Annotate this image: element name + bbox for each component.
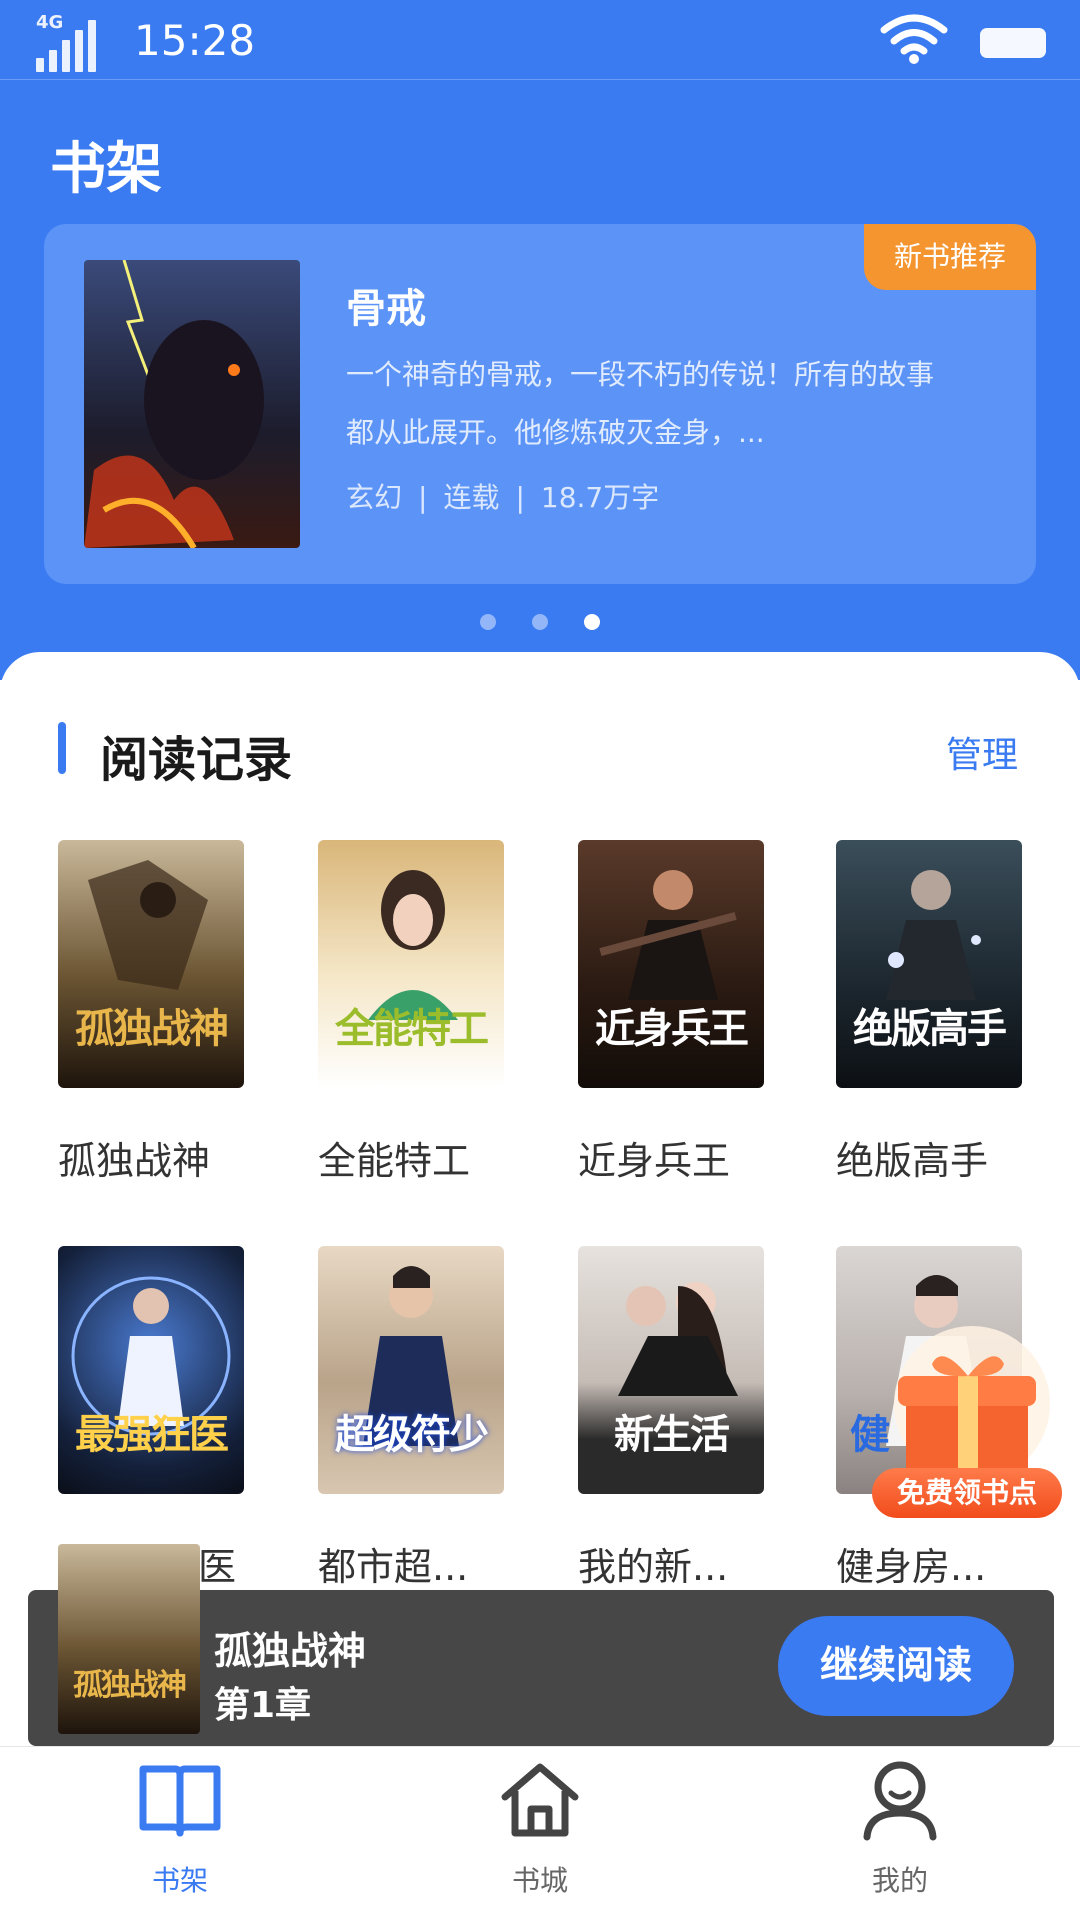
book-title: 都市超... [318, 1545, 469, 1589]
banner-book-title: 骨戒 [346, 286, 426, 332]
book-item[interactable]: 超级符少 都市超... [318, 1246, 504, 1589]
tab-label: 书架 [151, 1864, 208, 1897]
cellular-signal-icon: 4G [36, 12, 98, 72]
continue-reading-button[interactable]: 继续阅读 [778, 1616, 1014, 1716]
book-item[interactable]: 最强狂医 医 [58, 1246, 244, 1589]
book-title: 绝版高手 [836, 1139, 989, 1183]
tab-bookshelf[interactable]: 书架 [90, 1747, 270, 1920]
user-icon [863, 1761, 937, 1841]
page-title: 书架 [50, 137, 162, 202]
tab-label: 我的 [871, 1864, 928, 1897]
continue-reading-bar[interactable]: 孤独战神 孤独战神 第1章 继续阅读 [28, 1544, 1054, 1746]
book-cover: 孤独战神 [58, 840, 244, 1088]
home-icon [501, 1763, 579, 1837]
book-title: 我的新... [578, 1545, 729, 1589]
book-item[interactable]: 近身兵王 近身兵王 [578, 840, 764, 1183]
banner-book-meta: 玄幻 | 连载 | 18.7万字 [346, 481, 660, 514]
status-bar: 4G 15:28 [0, 0, 1080, 80]
book-icon [139, 1765, 221, 1837]
book-item[interactable]: 全能特工 全能特工 [318, 840, 504, 1183]
carousel-dot-active[interactable] [584, 614, 600, 630]
book-title: 孤独战神 [58, 1139, 211, 1183]
book-item[interactable]: 绝版高手 绝版高手 [836, 840, 1022, 1183]
book-item[interactable]: 孤独战神 孤独战神 [58, 840, 244, 1183]
book-title: 近身兵王 [578, 1139, 731, 1183]
new-book-badge: 新书推荐 [864, 224, 1036, 290]
battery-icon [980, 28, 1046, 58]
free-points-gift-button[interactable]: 免费领书点 [872, 1324, 1062, 1524]
tab-label: 书城 [511, 1864, 568, 1897]
tab-profile[interactable]: 我的 [810, 1747, 990, 1920]
banner-book-description: 一个神奇的骨戒，一段不朽的传说！所有的故事都从此展开。他修炼破灭金身，... [346, 358, 935, 449]
book-word-count: 18.7万字 [540, 481, 660, 514]
continue-book-cover: 孤独战神 [58, 1544, 200, 1734]
book-cover: 新生活 [578, 1246, 764, 1494]
featured-book-banner[interactable]: 新书推荐 骨戒 一个神奇的骨戒，一段不朽的传说！所有的故事都从此展开。他修炼破灭… [44, 224, 1036, 584]
book-cover: 绝版高手 [836, 840, 1022, 1088]
book-genre: 玄幻 [346, 481, 403, 514]
book-title: 医 [198, 1545, 237, 1589]
manage-button[interactable]: 管理 [946, 726, 1018, 778]
book-cover: 近身兵王 [578, 840, 764, 1088]
carousel-dot[interactable] [480, 614, 496, 630]
section-title: 阅读记录 [100, 732, 293, 788]
book-cover: 全能特工 [318, 840, 504, 1088]
book-status: 连载 [443, 481, 500, 514]
continue-book-title: 孤独战神 [214, 1629, 367, 1673]
carousel-indicator [480, 614, 600, 630]
banner-book-cover [84, 260, 300, 548]
wifi-icon [880, 14, 948, 64]
book-item[interactable]: 新生活 我的新... [578, 1246, 764, 1589]
continue-book-chapter: 第1章 [214, 1685, 312, 1726]
bottom-tab-bar: 书架 书城 我的 [0, 1746, 1080, 1920]
book-cover: 超级符少 [318, 1246, 504, 1494]
tab-bookstore[interactable]: 书城 [450, 1747, 630, 1920]
carousel-dot[interactable] [532, 614, 548, 630]
status-time: 15:28 [134, 16, 256, 65]
gift-label: 免费领书点 [872, 1468, 1062, 1518]
book-cover: 最强狂医 [58, 1246, 244, 1494]
network-type: 4G [36, 12, 64, 33]
book-title: 健身房... [836, 1545, 987, 1589]
book-title: 全能特工 [318, 1139, 471, 1183]
section-accent-bar [58, 722, 66, 774]
